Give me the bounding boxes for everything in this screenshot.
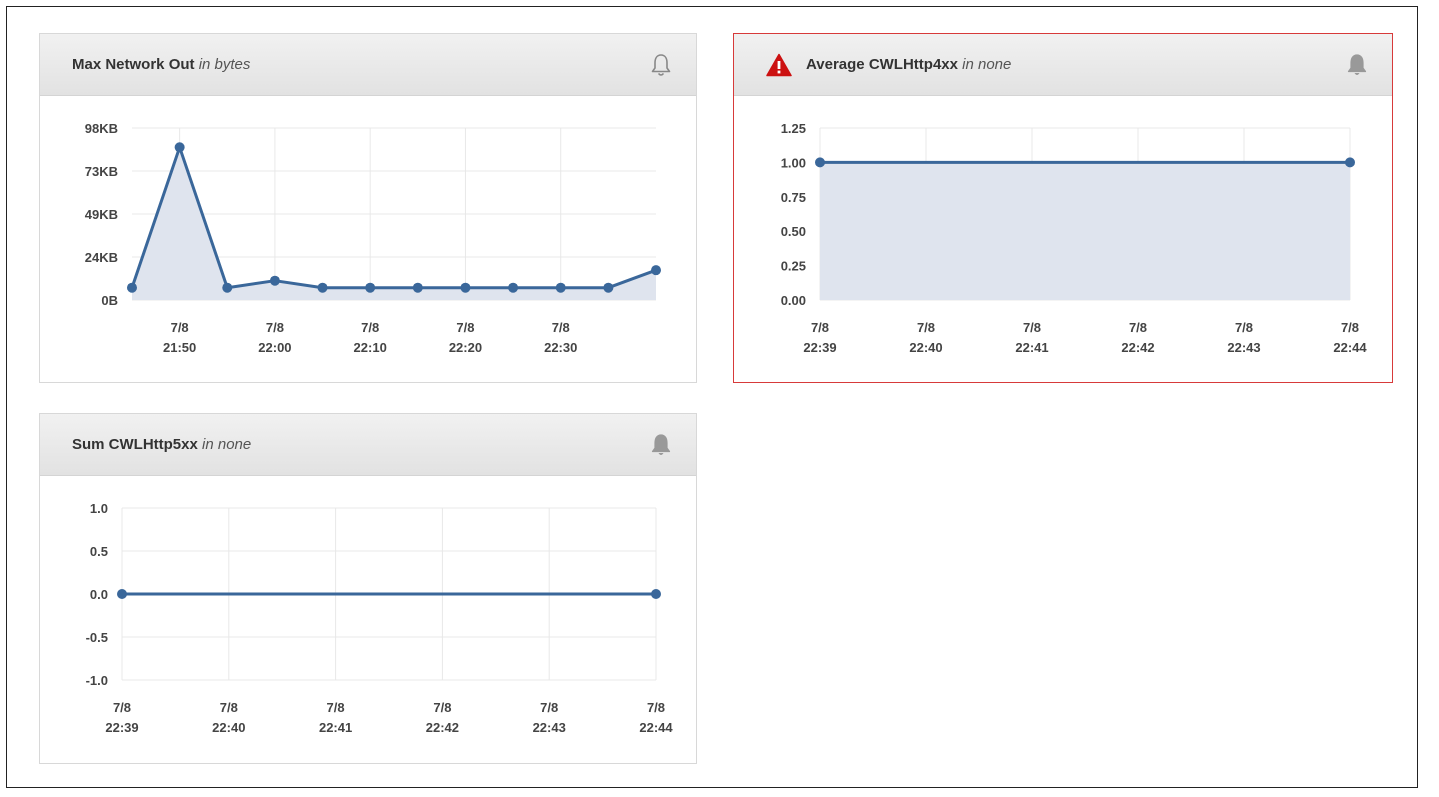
y-tick-label: -1.0 — [86, 673, 108, 688]
data-point — [651, 589, 661, 599]
data-point — [555, 282, 566, 293]
http5xx-panel: Sum CWLHttp5xx in none -1.0 -0.5 0.0 0.5 1.0… — [39, 413, 697, 764]
x-tick-label-time: 22:44 — [639, 720, 673, 735]
panel-title[interactable]: Sum CWLHttp5xx in none — [72, 436, 251, 453]
panel-title[interactable]: Max Network Out in bytes — [72, 56, 250, 73]
x-tick-label-date: 7/8 — [327, 700, 345, 715]
y-tick-label: 0.50 — [781, 224, 806, 239]
series-area-fill — [820, 162, 1350, 300]
x-tick-label-time: 22:39 — [105, 720, 138, 735]
data-point — [365, 282, 376, 293]
x-tick-label-time: 22:43 — [1227, 340, 1260, 355]
y-tick-label: 0.5 — [90, 544, 108, 559]
x-tick-label-time: 22:30 — [544, 340, 577, 355]
data-point — [460, 282, 471, 293]
x-tick-label-date: 7/8 — [1235, 320, 1253, 335]
series-area-fill — [132, 147, 656, 300]
y-tick-label: 0.00 — [781, 293, 806, 308]
x-tick-label-time: 22:41 — [1015, 340, 1048, 355]
y-tick-label: 0.25 — [781, 259, 806, 274]
bell-filled-icon[interactable] — [1344, 52, 1370, 78]
x-tick-label-date: 7/8 — [1129, 320, 1147, 335]
data-point — [222, 282, 233, 293]
x-tick-label-date: 7/8 — [113, 700, 131, 715]
x-tick-label-date: 7/8 — [171, 320, 189, 335]
x-tick-label-date: 7/8 — [1341, 320, 1359, 335]
metric-unit: in bytes — [198, 56, 251, 73]
panel-header: Average CWLHttp4xx in none — [734, 34, 1392, 96]
x-tick-label-time: 22:42 — [426, 720, 459, 735]
x-tick-label-time: 22:43 — [533, 720, 566, 735]
y-tick-label: 98KB — [85, 121, 118, 136]
x-tick-label-date: 7/8 — [647, 700, 665, 715]
y-tick-label: -0.5 — [86, 630, 108, 645]
bell-filled-icon[interactable] — [648, 432, 674, 458]
x-tick-label-date: 7/8 — [456, 320, 474, 335]
x-tick-label-date: 7/8 — [433, 700, 451, 715]
metric-unit: in none — [202, 436, 252, 453]
data-point — [603, 282, 614, 293]
y-tick-label: 73KB — [85, 164, 118, 179]
data-point — [508, 282, 519, 293]
http5xx-chart[interactable]: -1.0 -0.5 0.0 0.5 1.0 7/8 22:39 7/8 22:40 7/8 22:4… — [40, 476, 696, 763]
x-tick-label-time: 21:50 — [163, 340, 196, 355]
data-point — [651, 265, 661, 276]
x-tick-label-date: 7/8 — [1023, 320, 1041, 335]
data-point — [1345, 157, 1355, 168]
x-tick-label-time: 22:44 — [1333, 340, 1367, 355]
y-tick-label: 0.75 — [781, 190, 806, 205]
network-out-chart[interactable]: 0B 24KB 49KB 73KB 98KB 7/8 21:50 7/8 22:00 7/8 22:… — [40, 96, 696, 382]
x-tick-label-time: 22:42 — [1121, 340, 1154, 355]
metric-name: Average CWLHttp4xx — [806, 56, 958, 73]
data-point — [317, 282, 328, 293]
x-tick-label-time: 22:00 — [258, 340, 291, 355]
data-point — [174, 142, 185, 153]
x-tick-label-time: 22:40 — [212, 720, 245, 735]
x-tick-label-date: 7/8 — [540, 700, 558, 715]
x-tick-label-time: 22:39 — [803, 340, 836, 355]
x-tick-label-date: 7/8 — [917, 320, 935, 335]
metric-unit: in none — [962, 56, 1012, 73]
alarm-warning-icon — [766, 53, 792, 77]
panel-title[interactable]: Average CWLHttp4xx in none — [806, 56, 1011, 73]
data-point — [269, 275, 280, 286]
x-tick-label-date: 7/8 — [220, 700, 238, 715]
metric-name: Sum CWLHttp5xx — [72, 436, 198, 453]
y-tick-label: 1.0 — [90, 501, 108, 516]
data-point — [127, 282, 137, 293]
y-tick-label: 0B — [101, 293, 118, 308]
y-tick-label: 24KB — [85, 250, 118, 265]
x-tick-label-time: 22:10 — [354, 340, 387, 355]
x-tick-label-date: 7/8 — [266, 320, 284, 335]
x-tick-label-time: 22:40 — [909, 340, 942, 355]
x-tick-label-date: 7/8 — [552, 320, 570, 335]
data-point — [117, 589, 127, 599]
x-tick-label-time: 22:41 — [319, 720, 352, 735]
y-tick-label: 1.25 — [781, 121, 806, 136]
y-tick-label: 1.00 — [781, 155, 806, 170]
bell-outline-icon[interactable] — [648, 52, 674, 78]
data-point — [412, 282, 423, 293]
data-point — [815, 157, 825, 168]
x-tick-label-date: 7/8 — [361, 320, 379, 335]
x-tick-label-time: 22:20 — [449, 340, 482, 355]
http4xx-panel: Average CWLHttp4xx in none 0.00 0.25 0.50 0… — [733, 33, 1393, 383]
panel-header: Sum CWLHttp5xx in none — [40, 414, 696, 476]
y-tick-label: 0.0 — [90, 587, 108, 602]
http4xx-chart[interactable]: 0.00 0.25 0.50 0.75 1.00 1.25 7/8 22:39 7/8 22:40… — [734, 96, 1392, 382]
x-tick-label-date: 7/8 — [811, 320, 829, 335]
network-out-panel: Max Network Out in bytes 0B 24KB 49KB 73KB 9… — [39, 33, 697, 383]
panel-header: Max Network Out in bytes — [40, 34, 696, 96]
y-tick-label: 49KB — [85, 207, 118, 222]
metric-name: Max Network Out — [72, 56, 195, 73]
